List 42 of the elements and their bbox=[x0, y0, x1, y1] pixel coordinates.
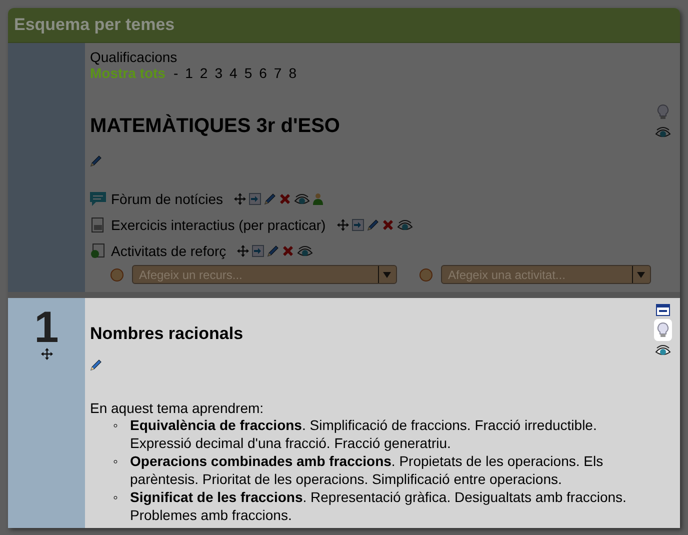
topic-item: Significat de les fraccions. Representació gràfica. Desigualtats amb fraccions. Problemes amb fraccions. bbox=[130, 488, 628, 524]
list-bullet: ◦ bbox=[113, 488, 119, 507]
topic-item: Equivalència de fraccions. Simplificació de fraccions. Fracció irreductible. Expressió decimal d'una fracció. Fracció generatriu. bbox=[130, 416, 598, 452]
document-icon[interactable] bbox=[90, 217, 106, 233]
chat-icon[interactable] bbox=[90, 191, 106, 207]
grades-title: Qualificacions bbox=[90, 49, 178, 65]
eye-icon[interactable] bbox=[655, 344, 671, 356]
section-link[interactable]: 8 bbox=[288, 65, 296, 81]
section-title: MATEMÀTIQUES 3r d'ESO bbox=[90, 115, 340, 138]
delete-icon[interactable] bbox=[382, 219, 394, 231]
globe-page-icon[interactable] bbox=[90, 243, 106, 259]
list-bullet: ◦ bbox=[113, 452, 119, 471]
section-link[interactable]: 7 bbox=[274, 65, 282, 81]
delete-icon[interactable] bbox=[282, 245, 294, 257]
indent-icon[interactable] bbox=[252, 245, 264, 257]
separator: - bbox=[173, 65, 178, 81]
add-icon[interactable] bbox=[419, 268, 433, 282]
indent-icon[interactable] bbox=[352, 219, 364, 231]
lightbulb-icon[interactable] bbox=[657, 322, 669, 338]
section-link[interactable]: 5 bbox=[244, 65, 252, 81]
section-link[interactable]: 1 bbox=[185, 65, 193, 81]
section-link[interactable]: 4 bbox=[230, 65, 238, 81]
section-link[interactable]: 2 bbox=[200, 65, 208, 81]
section-link[interactable]: 6 bbox=[259, 65, 267, 81]
add-icon[interactable] bbox=[110, 268, 124, 282]
section-intro: En aquest tema aprendrem: bbox=[90, 400, 265, 416]
move-icon[interactable] bbox=[40, 348, 52, 360]
topic-item: Operacions combinades amb fraccions. Propietats de les operacions. Els parèntesis. Prioritat de les operacions. Simplificació entre operacions. bbox=[130, 452, 604, 488]
section-number: 1 bbox=[34, 308, 59, 348]
lightbulb-icon[interactable] bbox=[657, 104, 669, 120]
block-title: Esquema per temes bbox=[14, 15, 175, 35]
activity-link[interactable]: Activitats de reforç bbox=[111, 243, 226, 259]
section-link[interactable]: 3 bbox=[214, 65, 223, 81]
indent-icon[interactable] bbox=[249, 193, 262, 205]
edit-icon[interactable] bbox=[90, 359, 102, 371]
activity-link[interactable]: Fòrum de notícies bbox=[111, 191, 224, 207]
list-bullet: ◦ bbox=[113, 416, 119, 435]
activity-link[interactable]: Exercicis interactius (per practicar) bbox=[111, 217, 326, 233]
collapse-icon[interactable] bbox=[656, 304, 670, 316]
delete-icon[interactable] bbox=[279, 193, 292, 205]
person-icon[interactable] bbox=[313, 193, 324, 205]
section-title: Nombres racionals bbox=[90, 324, 244, 344]
